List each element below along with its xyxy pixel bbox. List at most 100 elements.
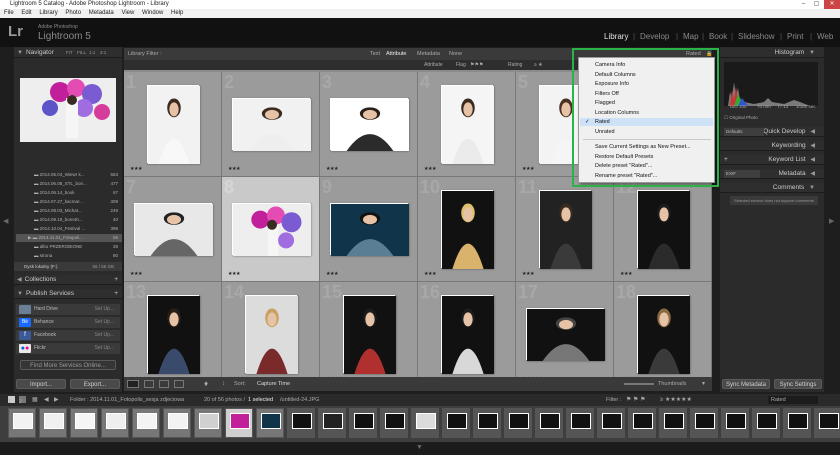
filmstrip-thumb[interactable] bbox=[411, 408, 439, 438]
add-publish-icon[interactable]: + bbox=[114, 289, 118, 299]
filmstrip-thumb[interactable] bbox=[70, 408, 98, 438]
filmstrip-thumb[interactable] bbox=[442, 408, 470, 438]
module-map[interactable]: Map bbox=[683, 32, 699, 41]
rating-stars[interactable]: ★★★ bbox=[326, 166, 338, 172]
survey-view-icon[interactable] bbox=[174, 380, 184, 388]
folder-item[interactable]: ▬ 2014.08.03_Michat... 249 bbox=[16, 207, 122, 215]
menu-help[interactable]: Help bbox=[171, 10, 183, 16]
photo-thumbnail[interactable] bbox=[245, 295, 298, 374]
rating-stars[interactable]: ★★★ bbox=[228, 271, 240, 277]
rating-stars[interactable]: ★★★ bbox=[522, 271, 534, 277]
module-book[interactable]: Book bbox=[709, 32, 727, 41]
filmstrip-thumb[interactable] bbox=[814, 408, 840, 438]
photo-thumbnail[interactable] bbox=[343, 295, 396, 374]
filmstrip-thumb[interactable] bbox=[721, 408, 749, 438]
folder-item[interactable]: ▬ 2014.07.27_kacmar... 309 bbox=[16, 198, 122, 206]
photo-thumbnail[interactable] bbox=[441, 295, 494, 374]
rating-stars[interactable]: ★★★ bbox=[326, 271, 338, 277]
folder-item[interactable]: ▬ 2014.09.19_bore40... 40 bbox=[16, 216, 122, 224]
nav-zoom-fill[interactable]: FILL bbox=[77, 48, 86, 58]
volume-bar[interactable]: Dysk lokalny (F:) 56 / 56 GB bbox=[14, 262, 122, 271]
menu-window[interactable]: Window bbox=[142, 10, 163, 16]
module-develop[interactable]: Develop bbox=[640, 32, 669, 41]
filmstrip-thumb[interactable] bbox=[287, 408, 315, 438]
photo-thumbnail[interactable] bbox=[441, 190, 494, 269]
grid-cell[interactable]: 12 ★★★ bbox=[614, 177, 712, 282]
rating-filter-stars[interactable]: ≥ ★★★★★ bbox=[660, 394, 692, 406]
filmstrip-thumb[interactable] bbox=[690, 408, 718, 438]
metadata-preset-select[interactable]: EXIF bbox=[724, 170, 760, 178]
grid-cell[interactable]: 15★★★★★ bbox=[320, 282, 418, 387]
photo-thumbnail[interactable] bbox=[637, 190, 690, 269]
module-slideshow[interactable]: Slideshow bbox=[738, 32, 774, 41]
grid-cell[interactable]: 2 ★★★ bbox=[222, 72, 320, 177]
photo-thumbnail[interactable] bbox=[232, 203, 311, 256]
loupe-view-icon[interactable] bbox=[144, 380, 154, 388]
filmstrip-thumb[interactable] bbox=[752, 408, 780, 438]
photo-thumbnail[interactable] bbox=[330, 98, 409, 151]
filmstrip-thumb[interactable] bbox=[597, 408, 625, 438]
grid-cell[interactable]: 13★★★★★ bbox=[124, 282, 222, 387]
publish-services-header[interactable]: ▼ Publish Services + bbox=[14, 289, 122, 299]
flag-filter-icons[interactable]: ⚑ ⚑ ⚑ bbox=[626, 394, 645, 406]
filter-tab-text[interactable]: Text bbox=[370, 48, 380, 60]
menu-file[interactable]: File bbox=[4, 10, 14, 16]
grid-icon[interactable]: ▦ bbox=[32, 394, 38, 406]
rating-filter-stars[interactable]: ≥ ★ bbox=[534, 60, 543, 70]
filmstrip-thumb[interactable] bbox=[132, 408, 160, 438]
rating-stars[interactable]: ★★★ bbox=[424, 166, 436, 172]
collections-header[interactable]: ◀ Collections + bbox=[14, 275, 122, 285]
painter-icon[interactable]: ♦ bbox=[204, 377, 208, 391]
flag-filter-icons[interactable]: ⚑⚑⚑ bbox=[470, 60, 483, 70]
publish-flickr[interactable]: ●● Flickr Set Up... bbox=[16, 343, 120, 354]
page-2-button[interactable]: 2 bbox=[19, 396, 26, 405]
export-button[interactable]: Export... bbox=[70, 379, 120, 389]
sort-select[interactable]: Capture Time bbox=[257, 377, 290, 391]
folder-item[interactable]: ▬ strona 80 bbox=[16, 252, 122, 260]
filmstrip-thumb[interactable] bbox=[566, 408, 594, 438]
find-more-services-button[interactable]: Find More Services Online... bbox=[20, 360, 116, 370]
filmstrip-thumb[interactable] bbox=[39, 408, 67, 438]
rating-stars[interactable]: ★★★ bbox=[130, 271, 142, 277]
thumbnail-size-slider[interactable] bbox=[624, 383, 654, 385]
grid-cell[interactable]: 10 ★★★ bbox=[418, 177, 516, 282]
photo-thumbnail[interactable] bbox=[441, 85, 494, 164]
folder-item[interactable]: ▬ 2014.06.14_book 67 bbox=[16, 189, 122, 197]
grid-cell[interactable]: 8 ★★★ bbox=[222, 177, 320, 282]
add-collection-icon[interactable]: + bbox=[114, 275, 118, 285]
toolbar-menu-icon[interactable]: ▾ bbox=[702, 377, 705, 391]
folder-item[interactable]: ▬ 2014.10.04_Festival ... 398 bbox=[16, 225, 122, 233]
filmstrip-thumb[interactable] bbox=[256, 408, 284, 438]
page-1-button[interactable]: 1 bbox=[8, 396, 15, 405]
rating-stars[interactable]: ★★★ bbox=[130, 166, 142, 172]
grid-cell[interactable]: 3 ★★★ bbox=[320, 72, 418, 177]
grid-cell[interactable]: 11 ★★★ bbox=[516, 177, 614, 282]
filmstrip-thumb[interactable] bbox=[8, 408, 36, 438]
histogram-header[interactable]: Histogram ▼ bbox=[720, 48, 824, 58]
nav-zoom-1-1[interactable]: 1:1 bbox=[89, 48, 95, 58]
keywording-header[interactable]: Keywording ◀ bbox=[720, 141, 824, 151]
photo-thumbnail[interactable] bbox=[526, 308, 605, 361]
filmstrip-thumb[interactable] bbox=[318, 408, 346, 438]
filmstrip-thumb[interactable] bbox=[659, 408, 687, 438]
forward-arrow-icon[interactable]: ▶ bbox=[54, 394, 59, 406]
rating-stars[interactable]: ★★★ bbox=[228, 166, 240, 172]
filter-tab-attribute[interactable]: Attribute bbox=[386, 48, 406, 60]
import-button[interactable]: Import... bbox=[16, 379, 66, 389]
folder-item[interactable]: ▬ 2014.05.04_Wiewr k... 563 bbox=[16, 171, 122, 179]
publish-facebook[interactable]: f Facebook Set Up... bbox=[16, 330, 120, 341]
filmstrip-thumb[interactable] bbox=[783, 408, 811, 438]
filmstrip-thumb[interactable] bbox=[163, 408, 191, 438]
filmstrip-thumb[interactable] bbox=[628, 408, 656, 438]
back-arrow-icon[interactable]: ◀ bbox=[44, 394, 49, 406]
bottom-panel-toggle[interactable]: ▼ bbox=[0, 442, 840, 455]
module-library[interactable]: Library bbox=[604, 32, 628, 41]
navigator-header[interactable]: ▼ Navigator FIT FILL 1:1 3:1 bbox=[14, 48, 122, 58]
filmstrip-thumb[interactable] bbox=[225, 408, 253, 438]
grid-cell[interactable]: 1 ★★★ bbox=[124, 72, 222, 177]
grid-cell[interactable]: 17★★★★★ bbox=[516, 282, 614, 387]
minimize-icon[interactable]: – bbox=[797, 0, 810, 9]
menu-library[interactable]: Library bbox=[39, 10, 57, 16]
quick-develop-preset[interactable]: Defaults bbox=[724, 128, 764, 136]
filmstrip-filter-select[interactable]: Rated bbox=[768, 396, 818, 404]
